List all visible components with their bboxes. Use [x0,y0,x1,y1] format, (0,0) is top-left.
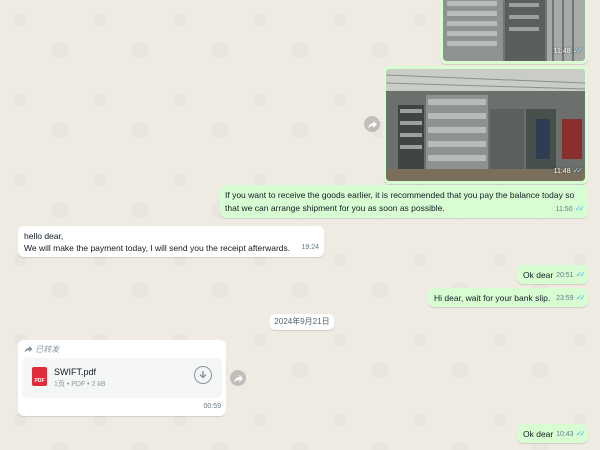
file-message[interactable]: 已转发 PDF SWIFT.pdf 1页 • PDF • 2 kB 00:59 [18,340,226,416]
double-check-icon: ✓✓ [574,204,586,213]
pdf-file-icon: PDF [32,367,47,386]
double-check-icon: ✓✓ [572,46,584,55]
file-meta: 1页 • PDF • 2 kB [54,381,106,388]
message-bubble-incoming[interactable]: hello dear, We will make the payment tod… [18,226,324,257]
download-icon [199,370,207,379]
message-time: 11:48 [553,168,571,175]
forward-icon [233,374,243,383]
message-text: If you want to receive the goods earlier… [225,190,575,213]
message-time: 11:48 [553,48,571,55]
forwarded-label: 已转发 [35,345,60,354]
image-message-2[interactable]: 11:48 ✓✓ [383,66,588,184]
double-check-icon: ✓✓ [575,270,587,279]
warehouse-photo-1[interactable]: 11:48 ✓✓ [443,0,585,61]
message-text-line1: hello dear, [24,231,64,241]
download-button[interactable] [194,366,212,384]
message-bubble-outgoing[interactable]: Ok dear 20:51 ✓✓ [517,265,588,284]
message-text: Ok dear [523,270,554,280]
message-text: Ok dear [523,429,554,439]
forward-button[interactable] [364,116,380,132]
message-bubble-outgoing[interactable]: If you want to receive the goods earlier… [220,185,588,218]
message-time: 20:51 [556,272,574,279]
double-check-icon: ✓✓ [575,429,587,438]
pdf-icon-label: PDF [34,378,45,384]
message-text: Hi dear, wait for your bank slip. [434,293,551,303]
message-bubble-outgoing[interactable]: Ok dear 10:43 ✓✓ [517,424,588,443]
message-time: 23:59 [556,295,574,302]
double-check-icon: ✓✓ [572,166,584,175]
forward-button[interactable] [230,370,246,386]
message-time: 11:50 [555,206,573,213]
forward-icon [24,345,33,353]
message-time: 10:43 [556,431,574,438]
warehouse-photo-2[interactable]: 11:48 ✓✓ [386,69,585,181]
image-message-1[interactable]: 11:48 ✓✓ [440,0,588,64]
double-check-icon: ✓✓ [575,293,587,302]
file-attachment[interactable]: PDF SWIFT.pdf 1页 • PDF • 2 kB [22,358,222,398]
message-bubble-outgoing[interactable]: Hi dear, wait for your bank slip. 23:59 ✓… [428,288,588,307]
file-name: SWIFT.pdf [54,367,97,377]
message-time: 00:59 [203,403,221,410]
message-time: 19:24 [301,244,319,251]
message-text-line2: We will make the payment today, I will s… [24,243,291,253]
forward-icon [367,120,377,129]
date-separator: 2024年9月21日 [270,314,334,330]
